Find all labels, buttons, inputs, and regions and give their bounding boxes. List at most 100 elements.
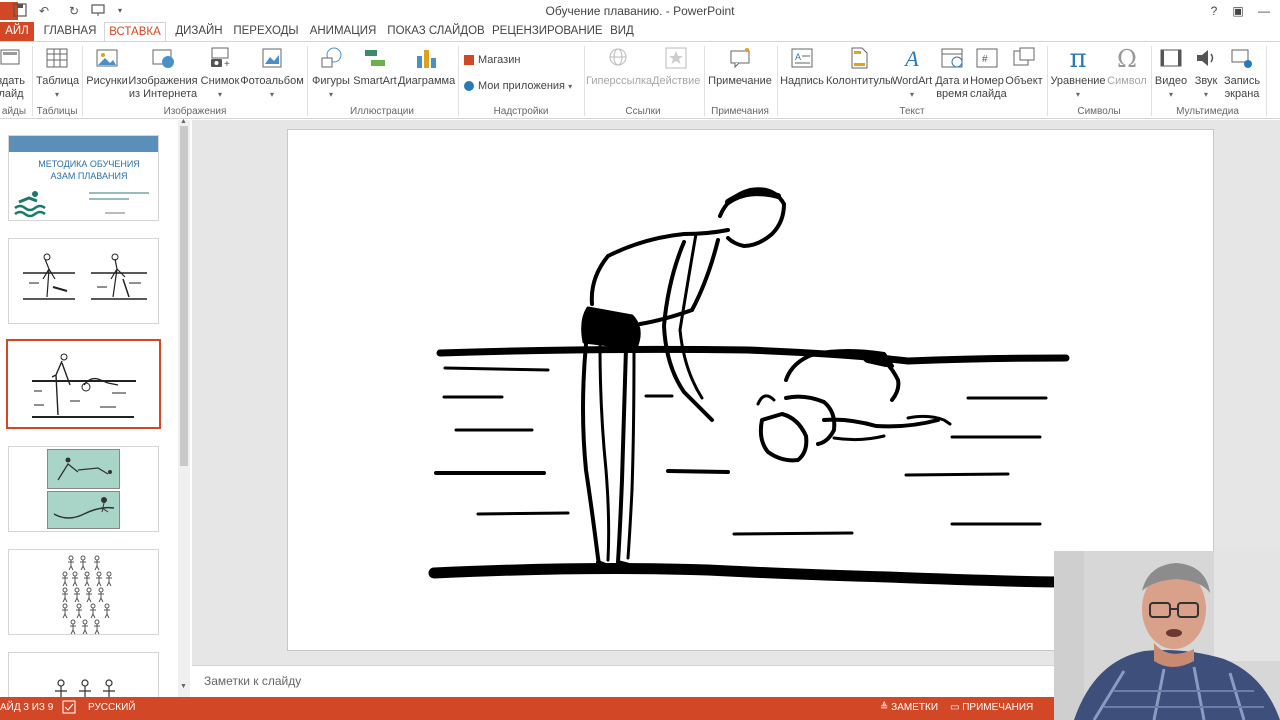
presenter-video [1054,551,1280,720]
tab-view[interactable]: ВИД [604,22,640,42]
comment-button[interactable]: Примечание [706,46,774,88]
my-apps-icon [464,81,474,92]
pi-icon: π [1069,44,1087,74]
tab-design[interactable]: ДИЗАЙН [170,22,228,42]
shapes-icon [318,46,344,72]
ribbon-separator [704,46,705,116]
new-slide-button[interactable]: здать лайд [0,46,28,101]
stick-figure [104,603,110,619]
header-footer-button[interactable]: Колонтитулы [826,46,893,88]
scroll-up-arrow-icon[interactable]: ▲ [180,118,187,125]
textbox-icon: A [789,46,815,72]
group-label-media: Мультимедиа [1176,106,1239,117]
thumbnail-title: МЕТОДИКА ОБУЧЕНИЯ АЗАМ ПЛАВАНИЯ [38,159,140,181]
ribbon-separator [1151,46,1152,116]
action-star-icon [663,46,689,72]
screen-recording-button[interactable]: Запись экрана [1222,46,1262,101]
textbox-button[interactable]: A Надпись [780,46,824,88]
stick-figure [74,587,80,603]
stick-figure [84,571,90,587]
chart-button[interactable]: Диаграмма [398,46,455,88]
scrollbar-thumb[interactable] [180,126,188,466]
comments-toggle-button[interactable]: ▭ ПРИМЕЧАНИЯ [950,702,1033,713]
stick-figure [72,571,78,587]
group-label-comments: Примечания [711,106,769,117]
thumbnail-scrollbar[interactable]: ▲ ▼ [178,118,190,697]
ribbon-tabs: АЙЛ ГЛАВНАЯ ВСТАВКА ДИЗАЙН ПЕРЕХОДЫ АНИМ… [0,22,1280,42]
smartart-icon [362,46,388,72]
video-button[interactable]: Видео ▾ [1153,46,1189,101]
speaker-icon [1193,46,1219,72]
stick-figure [94,555,100,571]
slide-thumbnail-2[interactable] [8,238,159,324]
svg-text:#: # [982,54,988,65]
stick-figure [96,571,102,587]
thumbnail-drawing [23,253,147,300]
store-button[interactable]: Магазин [464,54,520,66]
svg-text:+: + [224,59,230,70]
notes-toggle-button[interactable]: ≜ ЗАМЕТКИ [880,702,938,713]
smartart-button[interactable]: SmartArt [352,46,398,88]
thumbnail-image-top [47,449,120,489]
minimize-button[interactable]: — [1252,2,1276,20]
photo-album-button[interactable]: Фотоальбом ▾ [240,46,304,101]
help-button[interactable]: ? [1202,2,1226,20]
hyperlink-button[interactable]: Гиперссылка [586,46,652,88]
symbol-button[interactable]: Ω Символ [1106,46,1148,88]
table-icon [44,46,70,72]
action-button[interactable]: Действие [652,46,700,88]
stick-figure [62,571,68,587]
store-icon [464,55,474,66]
group-label-addins: Надстройки [493,106,549,117]
calendar-icon [939,46,965,72]
slide-thumbnail-4[interactable] [8,446,159,532]
slide-number-button[interactable]: # Номер слайда [970,46,1007,101]
table-button[interactable]: Таблица ▾ [36,46,79,101]
group-label-tables: Таблицы [36,106,78,117]
screenshot-button[interactable]: + Снимок ▾ [200,46,240,101]
spelling-check-icon[interactable] [62,700,76,717]
ribbon-separator [32,46,33,116]
thumbnail-drawing [55,679,115,697]
pictures-button[interactable]: Рисунки [86,46,128,88]
tab-review[interactable]: РЕЦЕНЗИРОВАНИЕ [492,22,603,42]
slide-thumbnail-5[interactable] [8,549,159,635]
scroll-down-arrow-icon[interactable]: ▼ [180,683,187,690]
tab-animations[interactable]: АНИМАЦИЯ [306,22,380,42]
notes-placeholder[interactable]: Заметки к слайду [204,674,301,688]
stick-figure [94,619,100,634]
slide-thumbnail-6[interactable] [8,652,159,697]
group-label-links: Ссылки [625,106,661,117]
omega-icon: Ω [1117,45,1137,73]
tab-slideshow[interactable]: ПОКАЗ СЛАЙДОВ [386,22,486,42]
audio-button[interactable]: Звук ▾ [1191,46,1221,101]
object-icon [1011,46,1037,72]
wordart-button[interactable]: A WordArt ▾ [892,46,932,101]
stick-figure [80,555,86,571]
pictures-icon [94,46,120,72]
tab-file[interactable]: АЙЛ [0,22,34,42]
powerpoint-window: ↶ ↻ ▾ Обучение плаванию. - PowerPoint ? … [0,0,1280,720]
tab-insert[interactable]: ВСТАВКА [104,22,166,42]
notes-icon: ≜ [880,702,889,713]
tab-transitions[interactable]: ПЕРЕХОДЫ [232,22,300,42]
group-label-symbols: Символы [1077,106,1121,117]
shapes-button[interactable]: Фигуры ▾ [310,46,352,101]
equation-button[interactable]: π Уравнение ▾ [1050,46,1106,101]
ribbon-display-options-button[interactable]: ▣ [1226,2,1250,20]
photo-album-icon [259,46,285,72]
ribbon-separator [584,46,585,116]
swimmer-icon [14,191,46,218]
hyperlink-icon [606,46,632,72]
language-indicator[interactable]: РУССКИЙ [88,702,135,713]
tab-home[interactable]: ГЛАВНАЯ [40,22,100,42]
stick-figure [98,587,104,603]
online-pictures-button[interactable]: Изображения из Интернета [128,46,198,101]
online-pictures-icon [150,46,176,72]
ribbon-separator [82,46,83,116]
my-apps-button[interactable]: Мои приложения ▾ [464,80,572,92]
slide-thumbnail-3[interactable] [6,339,161,429]
object-button[interactable]: Объект [1004,46,1044,88]
slide-thumbnail-1[interactable]: МЕТОДИКА ОБУЧЕНИЯ АЗАМ ПЛАВАНИЯ [8,135,159,221]
date-time-button[interactable]: Дата и время [934,46,970,101]
